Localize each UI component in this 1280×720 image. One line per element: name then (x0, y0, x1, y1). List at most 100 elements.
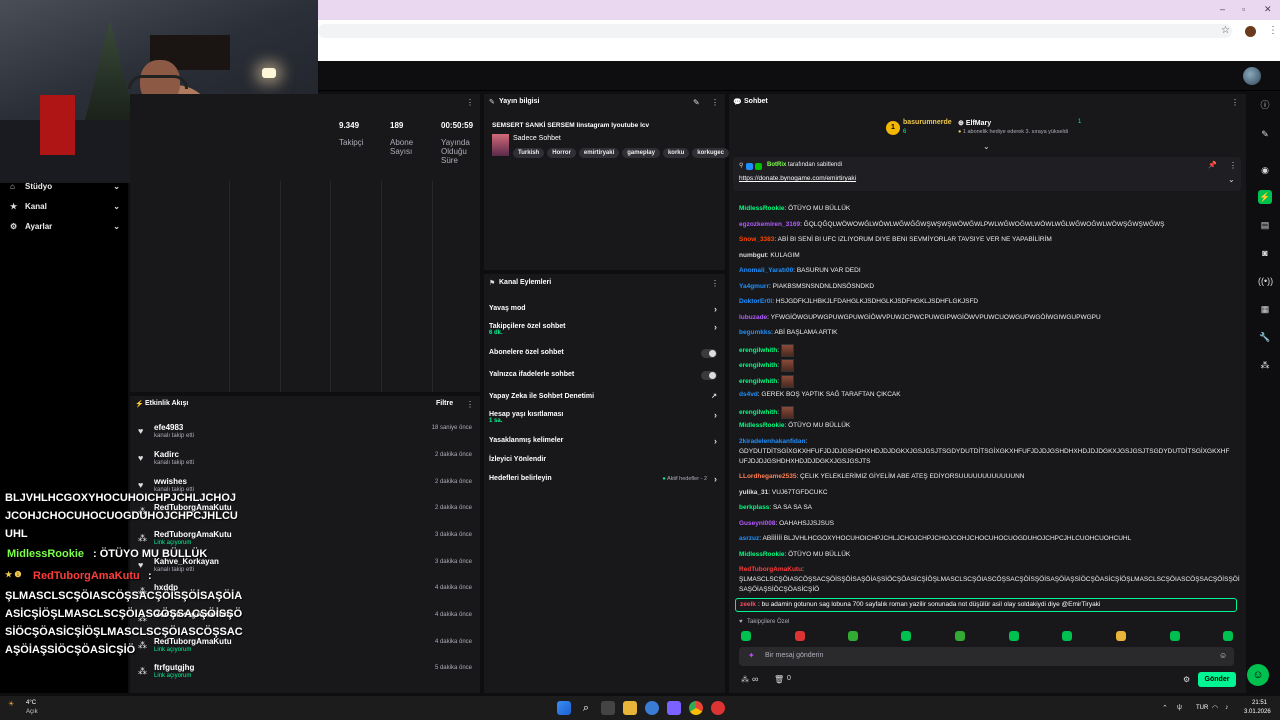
obs-icon[interactable] (711, 701, 725, 715)
emoji-icon[interactable]: ☺ (1219, 651, 1227, 660)
highlight-user[interactable]: zeelk (740, 601, 756, 608)
activity-item[interactable]: ⁂ ftrfgutgjhg Link açıyorum 5 dakika önce (138, 663, 478, 689)
viewer-redirect-action[interactable]: İzleyici Yönlendir (489, 456, 721, 463)
banned-words-action[interactable]: Yasaklanmış kelimeler › (489, 436, 721, 446)
language-indicator[interactable]: TUR (1196, 705, 1208, 711)
category-name[interactable]: Sadece Sohbet (513, 135, 561, 142)
nav-item-settings[interactable]: ⚙ Ayarlar ⌄ (10, 218, 120, 234)
chat-username[interactable]: MidlessRookie (739, 205, 785, 212)
info-icon[interactable]: ⓘ (1258, 98, 1272, 112)
app-icon[interactable] (645, 701, 659, 715)
quick-emote-icon[interactable] (901, 631, 911, 641)
account-age-action[interactable]: Hesap yaşı kısıtlaması 1 sa. › (489, 410, 721, 424)
followers-only-action[interactable]: Takipçilere özel sohbet 6 dk. › (489, 322, 721, 336)
stream-tag[interactable]: gameplay (622, 148, 660, 158)
close-button[interactable]: ✕ (1264, 4, 1272, 15)
chat-username[interactable]: RedTuborgAmaKutu (739, 566, 802, 573)
chat-username[interactable]: ds4vd (739, 391, 758, 398)
chat-icon[interactable]: ◙ (1258, 246, 1272, 260)
second-gifter[interactable]: ⊕ ElfMary (958, 119, 991, 127)
volume-icon[interactable]: ♪ (1225, 704, 1229, 711)
quick-emote-icon[interactable] (955, 631, 965, 641)
chat-username[interactable]: Anomali_Yaratı00 (739, 267, 793, 274)
wrench-icon[interactable]: 🔧 (1258, 330, 1272, 344)
chat-username[interactable]: yulika_31 (739, 489, 768, 496)
chat-username[interactable]: egzozkemiren_3169 (739, 221, 800, 228)
trash-icon[interactable]: 🗑 (774, 675, 784, 684)
user-avatar[interactable] (1243, 67, 1261, 85)
chrome-icon[interactable] (689, 701, 703, 715)
chat-username[interactable]: erengilwhith (739, 362, 777, 369)
activity-item[interactable]: ♥ Kadirc kanalı takip etti 2 dakika önce (138, 450, 478, 476)
quick-emote-icon[interactable] (848, 631, 858, 641)
chat-username[interactable]: erengilwhith (739, 347, 777, 354)
url-input[interactable] (318, 24, 1232, 38)
chat-username[interactable]: erengilwhith (739, 409, 777, 416)
start-button[interactable] (557, 701, 571, 715)
stream-tag[interactable]: Horror (547, 148, 576, 158)
clock-time[interactable]: 21:51 (1252, 700, 1267, 706)
quick-emote-icon[interactable] (1223, 631, 1233, 641)
layers-icon[interactable]: ▦ (1258, 302, 1272, 316)
search-icon[interactable]: ⌕ (579, 701, 593, 715)
activity-menu-icon[interactable]: ⋮ (466, 400, 474, 409)
pinned-by-user[interactable]: BotRix (767, 162, 786, 168)
document-icon[interactable]: ▤ (1258, 218, 1272, 232)
goals-action[interactable]: Hedefleri belirleyin ● Aktif hedefler - … (489, 474, 721, 484)
filter-button[interactable]: Filtre (436, 400, 453, 407)
chat-username[interactable]: MidlessRookie (739, 551, 785, 558)
chat-username[interactable]: begumkks (739, 329, 771, 336)
stream-tag[interactable]: emirtiryaki (578, 148, 620, 158)
top-gifter-name[interactable]: basurumnerde (903, 119, 952, 126)
emotes-only-action[interactable]: Yalnızca ifadelerle sohbet (489, 371, 721, 380)
file-explorer-icon[interactable] (623, 701, 637, 715)
help-chat-button[interactable]: ☺ (1247, 664, 1269, 686)
quick-emote-icon[interactable] (741, 631, 751, 641)
activity-item[interactable]: ♥ efe4983 kanalı takip etti 18 saniye önce (138, 423, 478, 449)
ai-moderation-action[interactable]: Yapay Zeka ile Sohbet Denetimi ↗ (489, 393, 721, 400)
chat-username[interactable]: lubuzade (739, 314, 767, 321)
subs-only-toggle[interactable] (701, 349, 717, 358)
chat-username[interactable]: MidlessRookie (739, 422, 785, 429)
chat-username[interactable]: numbgut (739, 252, 767, 259)
broadcast-icon[interactable]: ((•)) (1258, 274, 1273, 288)
slow-mode-action[interactable]: Yavaş mod › (489, 304, 721, 314)
pinned-menu-icon[interactable]: ⋮ (1229, 161, 1237, 170)
emotes-only-toggle[interactable] (701, 371, 717, 380)
camera-icon[interactable]: ◉ (1258, 163, 1272, 177)
quick-emote-icon[interactable] (795, 631, 805, 641)
stream-tag[interactable]: korku (662, 148, 690, 158)
chat-username[interactable]: Ya4gmurr (739, 283, 769, 290)
badge-picker-icon[interactable]: ✦ (748, 651, 755, 660)
category-thumbnail[interactable] (492, 134, 509, 156)
quick-emote-icon[interactable] (1170, 631, 1180, 641)
stream-tag[interactable]: Turkish (513, 148, 545, 158)
stats-menu-icon[interactable]: ⋮ (466, 98, 474, 107)
discord-icon[interactable] (667, 701, 681, 715)
chat-username[interactable]: asrzuz (739, 535, 759, 542)
quick-emote-icon[interactable] (1116, 631, 1126, 641)
network-icon[interactable]: ψ (1177, 704, 1182, 711)
minimize-button[interactable]: – (1220, 4, 1225, 14)
expand-icon[interactable]: ⌄ (983, 142, 990, 151)
pinned-link[interactable]: https://donate.bynogame.com/emirtiryaki (739, 175, 856, 182)
quick-emote-icon[interactable] (1009, 631, 1019, 641)
bookmark-star-icon[interactable]: ☆ (1221, 25, 1230, 36)
chat-menu-icon[interactable]: ⋮ (1231, 98, 1239, 107)
chat-username[interactable]: berkplass (739, 504, 769, 511)
edit-icon[interactable]: ✎ (693, 98, 700, 107)
wifi-icon[interactable]: ◠ (1212, 704, 1218, 712)
profile-avatar[interactable] (1245, 26, 1256, 37)
chat-username[interactable]: Guseynl008 (739, 520, 776, 527)
maximize-button[interactable]: ▫ (1242, 4, 1245, 14)
unpin-icon[interactable]: 📌 (1208, 161, 1217, 169)
chevron-down-icon[interactable]: ⌄ (1228, 175, 1235, 184)
clock-date[interactable]: 3.01.2026 (1244, 709, 1271, 715)
points-icon[interactable]: ⁂ (741, 675, 749, 684)
chat-username[interactable]: Snow_3383 (739, 236, 774, 243)
nav-item-studio[interactable]: ⌂ Stüdyo ⌄ (10, 178, 120, 194)
subs-only-action[interactable]: Abonelere özel sohbet (489, 349, 721, 358)
channel-actions-menu-icon[interactable]: ⋮ (711, 279, 719, 288)
chat-username[interactable]: 2kiradelenhakanfidan (739, 438, 805, 445)
pencil-icon[interactable]: ✎ (1258, 127, 1272, 141)
